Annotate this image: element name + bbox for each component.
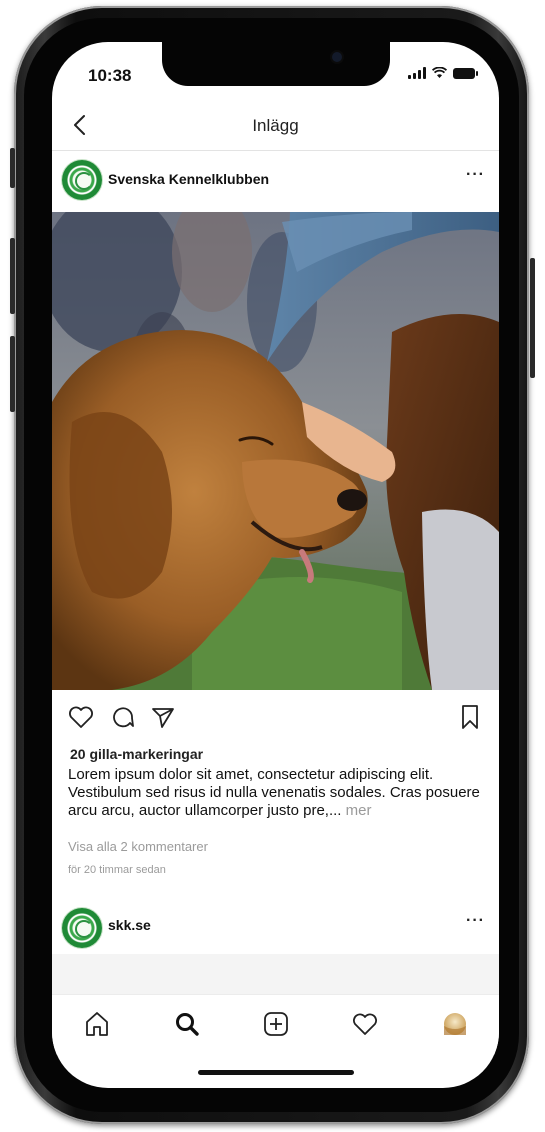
wifi-icon [432,67,447,78]
next-post-account-name[interactable]: skk.se [108,917,151,933]
home-indicator[interactable] [198,1070,354,1075]
cellular-signal-icon [408,67,426,79]
comment-bubble-icon[interactable] [108,702,138,732]
post-action-row [52,698,499,738]
caption-more-link[interactable]: mer [346,802,372,819]
phone-screen: 10:38 Inlägg Svenska Kennelklubben ··· 2… [52,42,499,1088]
next-post-image[interactable] [52,954,499,994]
volume-up-button [10,238,15,314]
volume-down-button [10,336,15,412]
dog-and-woman-photo [52,212,499,690]
caption-text: Lorem ipsum dolor sit amet, consectetur … [68,766,480,819]
activity-heart-tab-icon[interactable] [349,1008,381,1040]
profile-avatar-tab[interactable] [439,1008,471,1040]
add-post-tab-icon[interactable] [260,1008,292,1040]
bottom-tab-bar [52,994,499,1055]
next-post-more-button[interactable]: ··· [466,912,485,930]
bookmark-save-icon[interactable] [455,702,485,732]
like-heart-icon[interactable] [66,702,96,732]
kennel-club-logo-avatar[interactable] [62,160,102,200]
page-title: Inlägg [252,116,299,135]
search-tab-icon[interactable] [171,1008,203,1040]
post-header: Svenska Kennelklubben ··· [52,150,499,212]
silent-switch [10,148,15,188]
notch [162,42,390,86]
post-timestamp: för 20 timmar sedan [68,864,166,876]
power-button [530,258,535,378]
next-post-logo-avatar[interactable] [62,908,102,948]
likes-count[interactable]: 20 gilla-markeringar [70,746,203,762]
dog-logo-icon [75,920,93,938]
share-paper-plane-icon[interactable] [148,702,178,732]
home-tab-icon[interactable] [81,1008,113,1040]
battery-icon [453,67,478,79]
dog-logo-icon [75,172,93,190]
more-options-button[interactable]: ··· [466,166,485,184]
nav-bar: Inlägg [52,104,499,151]
account-name[interactable]: Svenska Kennelklubben [108,171,269,187]
next-post-header: skk.se ··· [52,898,499,954]
front-camera [332,52,342,62]
post-caption: Lorem ipsum dolor sit amet, consectetur … [68,766,488,820]
view-comments-link[interactable]: Visa alla 2 kommentarer [68,839,208,854]
post-image[interactable] [52,212,499,690]
status-icons [408,67,478,79]
status-time: 10:38 [88,66,132,85]
